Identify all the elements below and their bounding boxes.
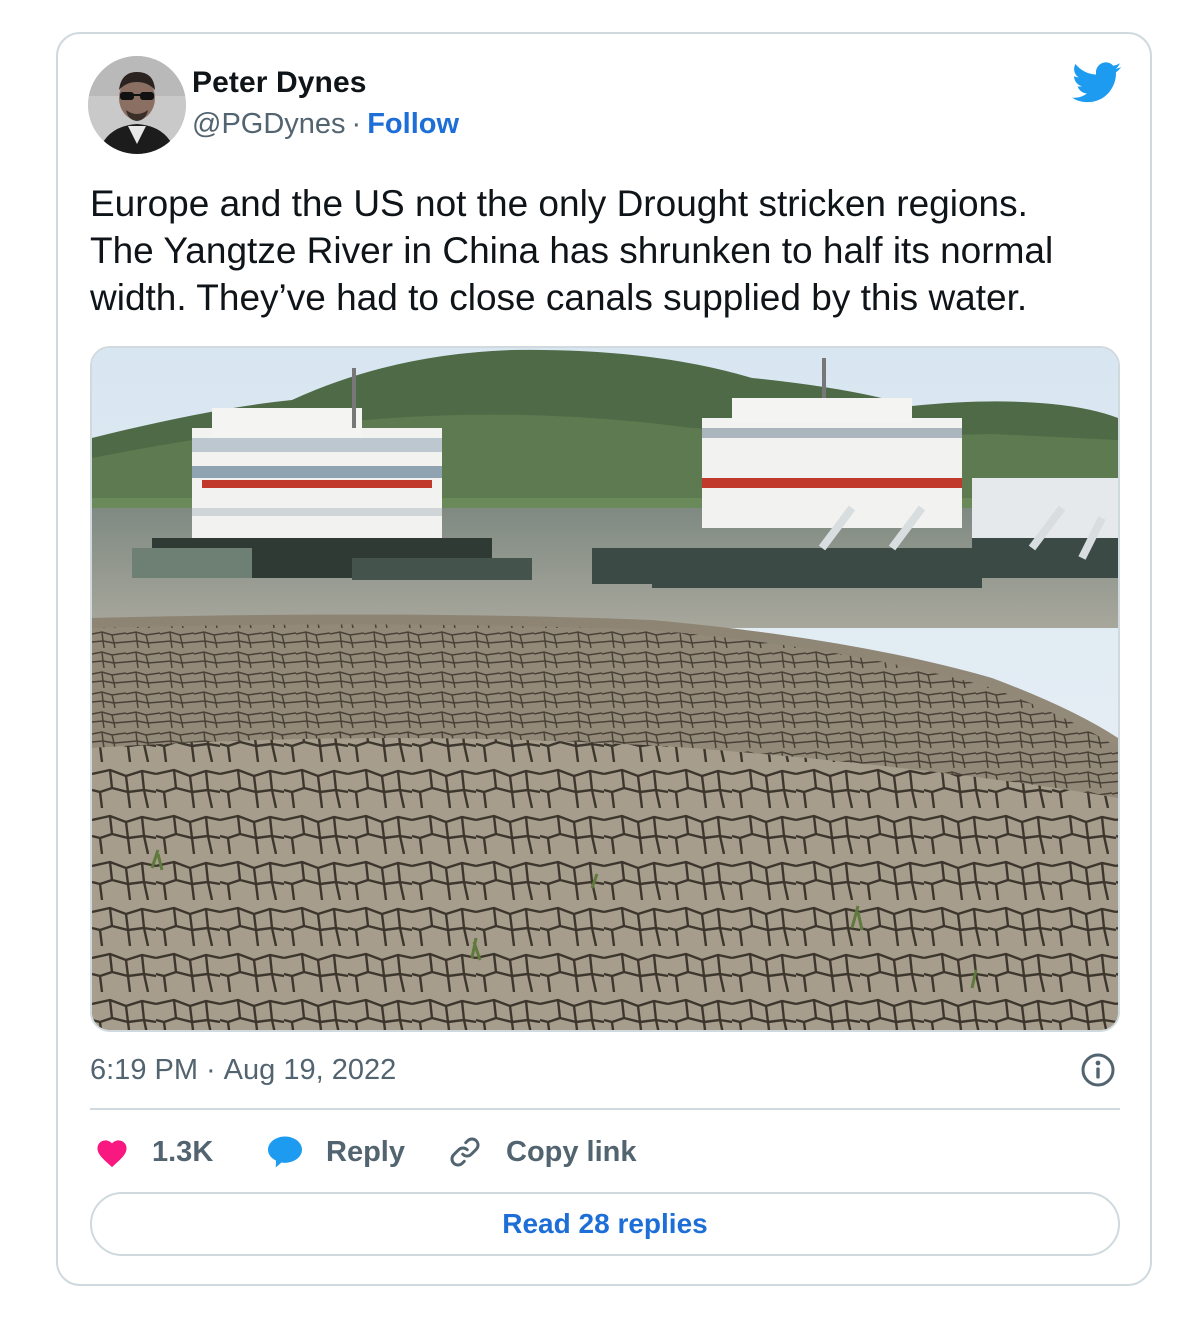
tweet-date: Aug 19, 2022 [223,1054,397,1086]
avatar[interactable] [88,56,186,154]
copy-link-label: Copy link [506,1135,637,1168]
copy-link-button[interactable]: Copy link [446,1132,637,1172]
tweet-text: Europe and the US not the only Drought s… [90,180,1120,321]
link-icon [450,1137,480,1167]
read-replies-button[interactable]: Read 28 replies [90,1192,1120,1256]
twitter-bird-icon[interactable] [1072,62,1122,104]
avatar-image [88,56,186,154]
tweet-photo[interactable] [90,346,1120,1032]
handle-separator: · [351,108,362,140]
tweet-text-line: Europe and the US not the only Drought s… [90,183,1028,224]
photo-image [92,348,1118,1030]
info-icon[interactable] [1080,1052,1116,1088]
speech-bubble-icon [268,1136,302,1168]
handle-row: @PGDynes · Follow [192,108,459,141]
divider [90,1108,1120,1110]
heart-icon [97,1140,127,1168]
tweet-text-line: width. They’ve had to close canals suppl… [90,277,1028,318]
read-replies-label: Read 28 replies [502,1208,708,1239]
reply-label: Reply [326,1135,405,1168]
reply-button[interactable]: Reply [266,1132,405,1172]
timestamp-separator: · [206,1054,216,1086]
follow-button[interactable]: Follow [367,108,459,140]
tweet-time: 6:19 PM [90,1054,198,1086]
tweet-timestamp[interactable]: 6:19 PM · Aug 19, 2022 [90,1054,396,1087]
tweet-text-line: The Yangtze River in China has shrunken … [90,230,1054,271]
author-handle[interactable]: @PGDynes [192,108,346,140]
like-count: 1.3K [152,1135,214,1168]
author-name[interactable]: Peter Dynes [192,66,367,100]
like-button[interactable]: 1.3K [94,1132,213,1172]
